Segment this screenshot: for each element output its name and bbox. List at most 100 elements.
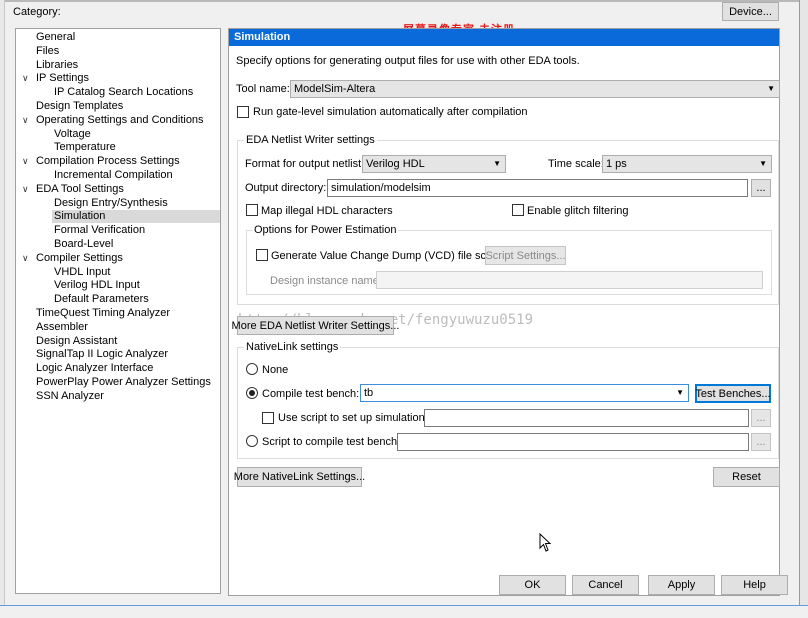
tree-item-label: Voltage xyxy=(54,127,91,140)
chevron-down-icon[interactable]: ∨ xyxy=(22,183,29,196)
tree-item[interactable]: Files xyxy=(34,45,59,58)
tree-item-label: Operating Settings and Conditions xyxy=(36,113,204,126)
power-group-title: Options for Power Estimation xyxy=(252,224,399,236)
compile-test-bench-label: Compile test bench: xyxy=(262,388,360,400)
dropdown-arrow-icon: ▼ xyxy=(767,84,775,93)
time-scale-select[interactable]: 1 ps ▼ xyxy=(602,155,772,173)
glitch-filter-checkbox[interactable] xyxy=(512,204,524,216)
window-top-border xyxy=(0,0,808,2)
device-button[interactable]: Device... xyxy=(722,2,779,21)
chevron-down-icon[interactable]: ∨ xyxy=(22,155,29,168)
ok-button[interactable]: OK xyxy=(499,575,566,595)
run-gate-level-label: Run gate-level simulation automatically … xyxy=(253,106,528,118)
tree-item-label: General xyxy=(36,31,76,43)
tree-item[interactable]: Compilation Process Settings xyxy=(34,155,180,168)
tree-item[interactable]: VHDL Input xyxy=(52,266,110,279)
tree-item[interactable]: Design Entry/Synthesis xyxy=(52,197,168,210)
background-window-right xyxy=(799,0,808,618)
use-script-checkbox[interactable] xyxy=(262,412,274,424)
nativelink-group-title: NativeLink settings xyxy=(244,341,341,353)
tree-item-label: IP Settings xyxy=(36,72,89,85)
test-bench-select[interactable]: tb ▼ xyxy=(360,384,689,402)
chevron-down-icon[interactable]: ∨ xyxy=(22,252,29,265)
tree-item-label: PowerPlay Power Analyzer Settings xyxy=(36,376,211,388)
page-title: Simulation xyxy=(229,29,779,46)
output-dir-label: Output directory: xyxy=(245,182,327,194)
tree-item[interactable]: Incremental Compilation xyxy=(52,169,173,182)
help-button[interactable]: Help xyxy=(721,575,788,595)
background-window-left xyxy=(0,0,5,618)
tree-item[interactable]: Operating Settings and Conditions xyxy=(34,114,204,127)
tree-item[interactable]: Default Parameters xyxy=(52,293,149,306)
tree-item[interactable]: Assembler xyxy=(34,321,88,334)
tree-item[interactable]: Formal Verification xyxy=(52,224,145,237)
tree-item-label: Assembler xyxy=(36,320,88,333)
tree-item[interactable]: Logic Analyzer Interface xyxy=(34,362,153,375)
tree-item[interactable]: IP Catalog Search Locations xyxy=(52,86,193,99)
category-label: Category: xyxy=(13,6,61,18)
tree-item-label: Files xyxy=(36,44,60,57)
chevron-down-icon[interactable]: ∨ xyxy=(22,114,29,127)
tree-item-label: Design Templates xyxy=(36,100,124,112)
format-select[interactable]: Verilog HDL ▼ xyxy=(362,155,506,173)
script-compile-radio[interactable] xyxy=(246,435,258,447)
script-compile-browse-button[interactable]: ... xyxy=(751,433,771,451)
netlist-group-title: EDA Netlist Writer settings xyxy=(244,134,377,146)
tree-item[interactable]: SignalTap II Logic Analyzer xyxy=(34,348,168,361)
tree-item[interactable]: Board-Level xyxy=(52,238,113,251)
chevron-down-icon[interactable]: ∨ xyxy=(22,72,29,85)
tree-item-label: Design Assistant xyxy=(36,334,118,347)
tree-item[interactable]: EDA Tool Settings xyxy=(34,183,124,196)
dropdown-arrow-icon: ▼ xyxy=(676,388,684,397)
mouse-pointer-icon xyxy=(539,533,552,552)
category-tree[interactable]: General Files Libraries IP Settings ∨ IP Cata… xyxy=(15,28,221,594)
tree-item[interactable]: Temperature xyxy=(52,141,116,154)
tool-name-select[interactable]: ModelSim-Altera ▼ xyxy=(290,80,780,98)
tree-item[interactable]: Verilog HDL Input xyxy=(52,279,140,292)
none-radio[interactable] xyxy=(246,363,258,375)
tree-item[interactable]: PowerPlay Power Analyzer Settings xyxy=(34,376,211,389)
tree-item-label: IP Catalog Search Locations xyxy=(54,86,194,99)
tree-item[interactable]: General xyxy=(34,31,75,44)
map-illegal-checkbox[interactable] xyxy=(246,204,258,216)
tree-item[interactable]: Libraries xyxy=(34,59,78,72)
tree-item-label: Simulation xyxy=(54,210,106,223)
reset-button[interactable]: Reset xyxy=(713,467,780,487)
tree-item[interactable]: SSN Analyzer xyxy=(34,390,104,403)
tree-item-label: TimeQuest Timing Analyzer xyxy=(36,307,171,319)
tree-item[interactable]: TimeQuest Timing Analyzer xyxy=(34,307,170,320)
vcd-label: Generate Value Change Dump (VCD) file sc… xyxy=(271,250,502,262)
tree-item[interactable]: Design Assistant xyxy=(34,335,117,348)
tree-item-label: Formal Verification xyxy=(54,224,146,237)
tree-item-label: EDA Tool Settings xyxy=(36,182,124,195)
compile-test-bench-radio[interactable] xyxy=(246,387,258,399)
format-value: Verilog HDL xyxy=(366,158,425,170)
design-instance-input[interactable] xyxy=(376,271,763,289)
use-script-browse-button[interactable]: ... xyxy=(751,409,771,427)
tree-item[interactable]: Compiler Settings xyxy=(34,252,123,265)
page-description: Specify options for generating output fi… xyxy=(236,55,580,67)
format-label: Format for output netlist: xyxy=(245,158,365,170)
more-netlist-settings-button[interactable]: More EDA Netlist Writer Settings... xyxy=(232,316,399,335)
script-settings-button[interactable]: Script Settings... xyxy=(485,246,566,265)
apply-button[interactable]: Apply xyxy=(648,575,715,595)
tree-item[interactable]: Design Templates xyxy=(34,100,123,113)
tree-item-label: Compilation Process Settings xyxy=(36,155,180,168)
tree-item-label: Verilog HDL Input xyxy=(54,279,140,292)
test-benches-button[interactable]: Test Benches... xyxy=(695,384,771,403)
cancel-button[interactable]: Cancel xyxy=(572,575,639,595)
tree-item-label: Incremental Compilation xyxy=(54,169,173,181)
none-label: None xyxy=(262,364,289,376)
tree-item[interactable]: Voltage xyxy=(52,128,91,141)
vcd-checkbox[interactable] xyxy=(256,249,268,261)
script-compile-input[interactable] xyxy=(397,433,749,451)
use-script-input[interactable] xyxy=(424,409,749,427)
run-gate-level-checkbox[interactable] xyxy=(237,106,249,118)
tree-item-label: Design Entry/Synthesis xyxy=(54,196,168,209)
output-dir-browse-button[interactable]: ... xyxy=(751,179,771,197)
output-dir-input[interactable]: simulation/modelsim xyxy=(327,179,748,197)
tree-item-label: VHDL Input xyxy=(54,265,111,278)
tree-item[interactable]: IP Settings xyxy=(34,72,89,85)
tree-item[interactable]: Simulation xyxy=(52,210,220,224)
more-nativelink-settings-button[interactable]: More NativeLink Settings... xyxy=(234,467,365,487)
